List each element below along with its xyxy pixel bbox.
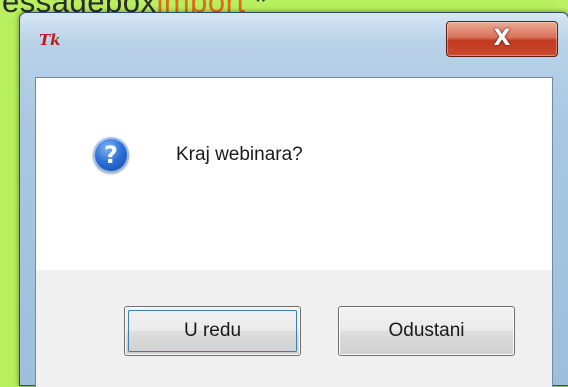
ok-button[interactable]: U redu xyxy=(124,306,301,356)
close-button[interactable]: X xyxy=(446,21,558,57)
cancel-button[interactable]: Odustani xyxy=(338,306,515,356)
dialog-message: Kraj webinara? xyxy=(176,144,303,165)
dialog-window: Tk X ? Kraj webinara? U redu Odustani xyxy=(19,12,568,387)
close-icon: X xyxy=(493,26,511,51)
question-mark-glyph: ? xyxy=(104,140,118,169)
message-area: ? Kraj webinara? xyxy=(36,78,552,270)
dialog-client-area: ? Kraj webinara? U redu Odustani xyxy=(35,77,553,387)
question-icon: ? xyxy=(93,137,129,173)
tk-app-icon: Tk xyxy=(39,31,61,49)
